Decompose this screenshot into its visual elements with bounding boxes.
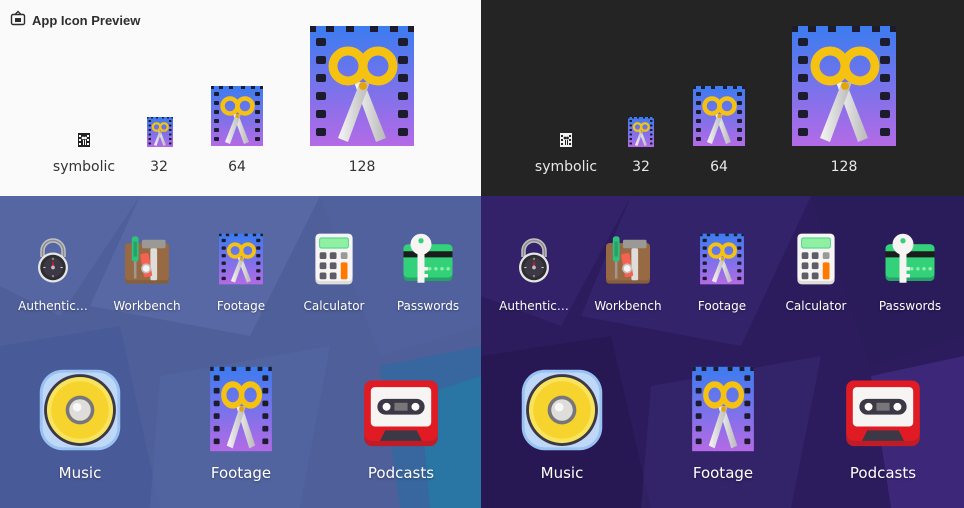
app-label: Workbench: [113, 299, 181, 313]
footage-icon: [695, 230, 749, 288]
app-authenticator[interactable]: Authentic…: [493, 230, 575, 320]
app-calculator[interactable]: Calculator: [775, 230, 857, 320]
footage-icon: [685, 364, 761, 454]
size-label-128: 128: [348, 159, 376, 175]
dark-app-grid: Authentic… Workbench Footage Calculator …: [481, 196, 964, 508]
app-label: Calculator: [303, 299, 365, 313]
footage-icon-32: [144, 116, 176, 148]
titlebar: App Icon Preview: [10, 10, 141, 30]
app-label: Authentic…: [18, 299, 88, 313]
app-music[interactable]: Music: [512, 364, 612, 484]
calculator-icon: [789, 230, 843, 288]
footage-icon-128: [298, 22, 426, 150]
symbolic-icon: [76, 132, 92, 148]
app-workbench[interactable]: Workbench: [587, 230, 669, 320]
size-label-64: 64: [710, 159, 728, 175]
app-authenticator[interactable]: Authentic…: [12, 230, 94, 320]
app-music[interactable]: Music: [30, 364, 130, 484]
authenticator-icon: [29, 230, 77, 290]
app-label: Footage: [210, 464, 272, 482]
app-label: Workbench: [594, 299, 662, 313]
app-label: Footage: [692, 464, 754, 482]
podcasts-icon: [357, 370, 445, 454]
calculator-icon: [307, 230, 361, 288]
footage-icon-128: [780, 22, 908, 150]
app-label: Podcasts: [849, 464, 917, 482]
app-podcasts[interactable]: Podcasts: [351, 364, 451, 484]
app-calculator[interactable]: Calculator: [293, 230, 375, 320]
app-label: Calculator: [785, 299, 847, 313]
size-label-64: 64: [228, 159, 246, 175]
workbench-icon: [601, 232, 655, 288]
workbench-icon: [120, 232, 174, 288]
footage-icon: [203, 364, 279, 454]
footage-icon-32: [625, 116, 657, 148]
authenticator-icon: [510, 230, 558, 290]
app-label: Music: [58, 464, 102, 482]
light-preview-panel: App Icon Preview symbolic 32 64 128: [0, 0, 481, 196]
app-footage[interactable]: Footage: [681, 230, 763, 320]
app-label: Footage: [216, 299, 266, 313]
music-icon: [516, 364, 608, 456]
app-passwords[interactable]: Passwords: [387, 230, 469, 320]
app-label: Passwords: [396, 299, 460, 313]
passwords-icon: [881, 232, 939, 288]
symbolic-icon: [558, 132, 574, 148]
app-icon-preview-icon: [10, 10, 26, 30]
app-label: Passwords: [878, 299, 942, 313]
app-footage[interactable]: Footage: [200, 230, 282, 320]
app-podcasts[interactable]: Podcasts: [833, 364, 933, 484]
dark-preview-panel: symbolic 32 64 128: [481, 0, 964, 196]
footage-icon-64: [205, 84, 269, 148]
window-title: App Icon Preview: [32, 12, 141, 28]
app-workbench[interactable]: Workbench: [106, 230, 188, 320]
app-footage-large[interactable]: Footage: [673, 364, 773, 484]
size-label-128: 128: [830, 159, 858, 175]
podcasts-icon: [839, 370, 927, 454]
app-label: Podcasts: [367, 464, 435, 482]
app-label: Footage: [697, 299, 747, 313]
passwords-icon: [399, 232, 457, 288]
music-icon: [34, 364, 126, 456]
light-app-grid: Authentic… Workbench Footage Calculator …: [0, 196, 481, 508]
app-label: Music: [540, 464, 584, 482]
footage-icon: [214, 230, 268, 288]
app-passwords[interactable]: Passwords: [869, 230, 951, 320]
app-footage-large[interactable]: Footage: [191, 364, 291, 484]
app-label: Authentic…: [499, 299, 569, 313]
footage-icon-64: [687, 84, 751, 148]
